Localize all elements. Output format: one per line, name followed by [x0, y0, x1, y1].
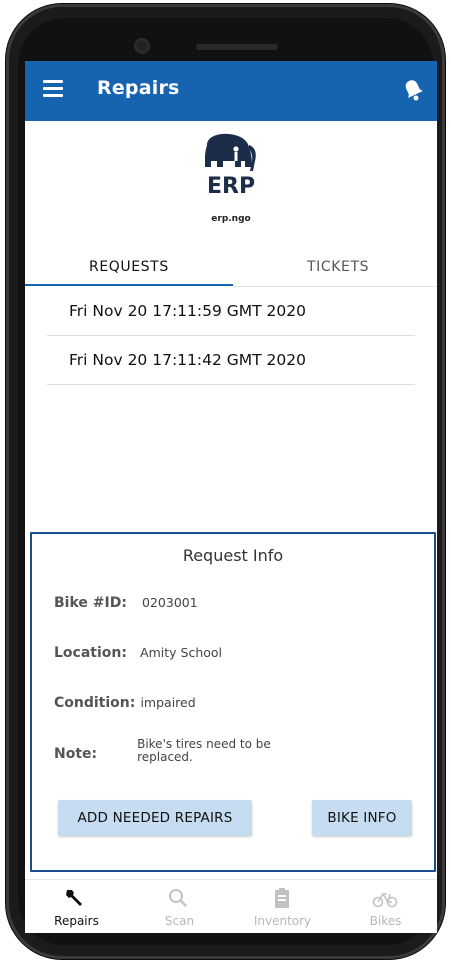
nav-bikes[interactable]: Bikes [334, 880, 437, 933]
clipboard-icon [269, 886, 295, 910]
note-label: Note: [54, 746, 98, 762]
wrench-icon [63, 886, 89, 910]
location-value: Amity School [140, 645, 223, 660]
nav-bikes-label: Bikes [369, 914, 402, 928]
nav-inventory-label: Inventory [253, 914, 312, 928]
request-info-title: Request Info [182, 546, 284, 565]
note-row: Note: Bike's tires need to be replaced. [54, 738, 414, 765]
bike-id-label: Bike #ID: [54, 595, 127, 611]
camera-lens [134, 38, 150, 54]
logo-brand-text: ERP [207, 174, 255, 199]
tab-bar: REQUESTS TICKETS [25, 247, 437, 287]
notification-bell-icon[interactable] [397, 73, 429, 105]
note-value: Bike's tires need to be replaced. [137, 737, 271, 764]
logo-url: erp.ngo [211, 214, 251, 224]
nav-inventory[interactable]: Inventory [231, 880, 334, 933]
page-title: Repairs [97, 77, 180, 99]
condition-label: Condition: [54, 695, 136, 711]
condition-row: Condition: impaired [54, 692, 414, 711]
nav-scan-label: Scan [164, 914, 195, 928]
location-label: Location: [54, 645, 127, 661]
add-needed-repairs-button[interactable]: ADD NEEDED REPAIRS [58, 800, 252, 836]
location-row: Location: Amity School [54, 642, 414, 661]
nav-scan[interactable]: Scan [128, 880, 231, 933]
list-item[interactable]: Fri Nov 20 17:11:42 GMT 2020 [47, 336, 415, 385]
bike-id-value: 0203001 [142, 595, 198, 610]
active-tab-indicator [25, 284, 233, 286]
app-bar: Repairs [25, 61, 437, 121]
magnifier-icon [166, 886, 192, 910]
tab-requests[interactable]: REQUESTS [89, 259, 169, 275]
app-screen: Repairs ERP erp.ngo REQUESTS TICKETS Fri… [25, 61, 437, 933]
nav-repairs-label: Repairs [54, 914, 99, 928]
condition-value: impaired [140, 695, 196, 710]
bicycle-icon [372, 886, 398, 910]
bottom-navigation: Repairs Scan Inventory Bikes [25, 879, 437, 933]
requests-list: Fri Nov 20 17:11:59 GMT 2020 Fri Nov 20 … [47, 287, 415, 385]
bike-info-button[interactable]: BIKE INFO [312, 800, 412, 836]
nav-repairs[interactable]: Repairs [25, 880, 128, 933]
bike-id-row: Bike #ID: 0203001 [54, 592, 414, 611]
earpiece-speaker [196, 44, 278, 50]
tab-tickets[interactable]: TICKETS [307, 259, 369, 275]
hamburger-menu-icon[interactable] [43, 80, 63, 97]
erp-logo: ERP [193, 131, 267, 221]
list-item[interactable]: Fri Nov 20 17:11:59 GMT 2020 [47, 287, 415, 336]
request-info-panel: Request Info Bike #ID: 0203001 Location:… [30, 532, 436, 872]
